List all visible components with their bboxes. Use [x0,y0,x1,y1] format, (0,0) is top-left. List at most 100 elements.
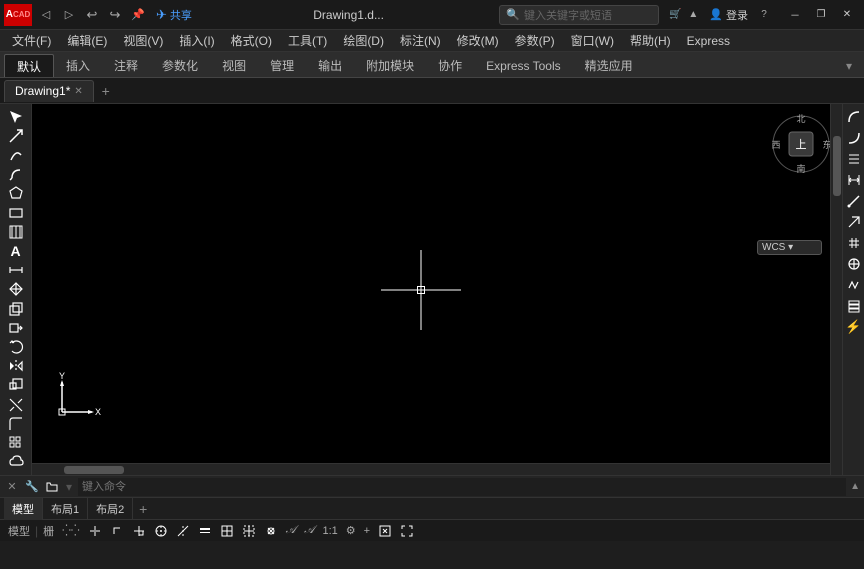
menu-format[interactable]: 格式(O) [223,31,280,51]
right-lines[interactable] [845,150,863,168]
right-arc2[interactable] [845,129,863,147]
right-dim[interactable] [845,171,863,189]
undo-button[interactable]: ↩ [82,5,102,25]
account-icon[interactable]: ▲ [685,7,701,23]
polyline-tool[interactable] [3,127,29,144]
stretch-tool[interactable] [3,319,29,336]
tab-output[interactable]: 输出 [306,54,354,77]
status-lineweight[interactable] [194,521,216,541]
doc-tab-add[interactable]: + [96,81,116,101]
doc-tab-drawing1[interactable]: Drawing1* ✕ [4,80,94,102]
status-annotation-scale[interactable]: 𝒜 [282,521,300,541]
vscroll-thumb[interactable] [833,136,841,196]
menu-express[interactable]: Express [679,31,738,51]
fillet-tool[interactable] [3,415,29,432]
rotate-tool[interactable] [3,338,29,355]
close-button[interactable]: ✕ [834,0,860,30]
right-layers[interactable] [845,297,863,315]
canvas-hscrollbar[interactable] [32,463,830,475]
redo-button[interactable]: ↪ [105,5,125,25]
tab-addons[interactable]: 附加模块 [354,54,426,77]
status-ortho[interactable] [128,521,150,541]
tab-more[interactable]: ▾ [834,54,864,77]
select-tool[interactable] [3,108,29,125]
status-dynamic-input[interactable] [106,521,128,541]
menu-window[interactable]: 窗口(W) [563,31,622,51]
cmd-expand-icon[interactable]: ▲ [850,481,860,492]
rectangle-tool[interactable] [3,204,29,221]
menu-annotate[interactable]: 标注(N) [392,31,449,51]
polygon-tool[interactable] [3,185,29,202]
add-layout-button[interactable]: + [133,498,153,520]
tab-view[interactable]: 视图 [210,54,258,77]
status-zoom-out[interactable] [374,521,396,541]
help-icon[interactable]: ? [756,7,772,23]
cmd-folder-icon[interactable] [44,479,60,495]
back-button[interactable]: ◁ [36,5,56,25]
menu-view[interactable]: 视图(V) [115,31,171,51]
tab-insert[interactable]: 插入 [54,54,102,77]
move-tool[interactable] [3,281,29,298]
hatch-tool[interactable] [3,223,29,240]
status-model[interactable]: 模型 [4,521,34,541]
status-otrack[interactable] [172,521,194,541]
arc-tool[interactable] [3,146,29,163]
canvas-vscrollbar[interactable] [830,104,842,475]
cmd-wrench-icon[interactable]: 🔧 [24,479,40,495]
text-tool[interactable]: A [3,242,29,259]
shop-icon[interactable]: 🛒 [667,7,683,23]
nav-cube[interactable]: 上 北 南 东 西 WCS ▾ [769,112,834,192]
menu-edit[interactable]: 编辑(E) [59,31,115,51]
search-bar[interactable]: 🔍 键入关键字或短语 [499,5,659,25]
status-infer[interactable] [84,521,106,541]
tab-model[interactable]: 模型 [4,498,43,520]
doc-tab-close[interactable]: ✕ [74,86,82,97]
cmd-close-icon[interactable]: ✕ [4,479,20,495]
menu-help[interactable]: 帮助(H) [622,31,679,51]
right-arc1[interactable] [845,108,863,126]
status-transparency[interactable] [216,521,238,541]
status-scale-label[interactable]: 1:1 [318,521,341,541]
tab-annotate[interactable]: 注释 [102,54,150,77]
status-annotation-visibility[interactable]: 𝒜 [300,521,318,541]
login-button[interactable]: 👤 登录 [703,5,754,25]
pin-button[interactable]: 📌 [128,5,148,25]
tab-featured-apps[interactable]: 精选应用 [573,54,645,77]
forward-button[interactable]: ▷ [59,5,79,25]
wcs-button[interactable]: WCS ▾ [757,240,822,255]
trim-tool[interactable] [3,396,29,413]
status-full-screen[interactable] [396,521,418,541]
menu-file[interactable]: 文件(F) [4,31,59,51]
menu-tools[interactable]: 工具(T) [280,31,335,51]
dimension-tool[interactable] [3,262,29,279]
status-grid[interactable]: 栅 [39,521,58,541]
right-arrow[interactable] [845,213,863,231]
tab-layout2[interactable]: 布局2 [88,498,133,520]
tab-collaborate[interactable]: 协作 [426,54,474,77]
scale-tool[interactable] [3,377,29,394]
arc-tool2[interactable] [3,166,29,183]
restore-button[interactable]: ❐ [808,0,834,30]
right-circle-cross[interactable] [845,255,863,273]
cloud-tool[interactable] [3,454,29,471]
right-zigzag[interactable] [845,276,863,294]
menu-insert[interactable]: 插入(I) [171,31,222,51]
hscroll-thumb[interactable] [64,466,124,474]
mirror-tool[interactable] [3,358,29,375]
status-snap[interactable]: ⁛⁛ [58,521,84,541]
right-lightning[interactable]: ⚡ [845,318,863,336]
share-button[interactable]: ✈ 共享 [150,5,198,25]
tab-default[interactable]: 默认 [4,54,54,77]
right-grid[interactable] [845,234,863,252]
tab-manage[interactable]: 管理 [258,54,306,77]
status-zoom-in[interactable]: + [360,521,374,541]
menu-draw[interactable]: 绘图(D) [335,31,392,51]
command-input[interactable] [78,478,846,496]
status-polar[interactable] [150,521,172,541]
status-gizmo[interactable] [260,521,282,541]
copy-tool[interactable] [3,300,29,317]
status-settings[interactable]: ⚙ [342,521,360,541]
status-selection[interactable] [238,521,260,541]
menu-parametric[interactable]: 参数(P) [507,31,563,51]
right-slash[interactable] [845,192,863,210]
